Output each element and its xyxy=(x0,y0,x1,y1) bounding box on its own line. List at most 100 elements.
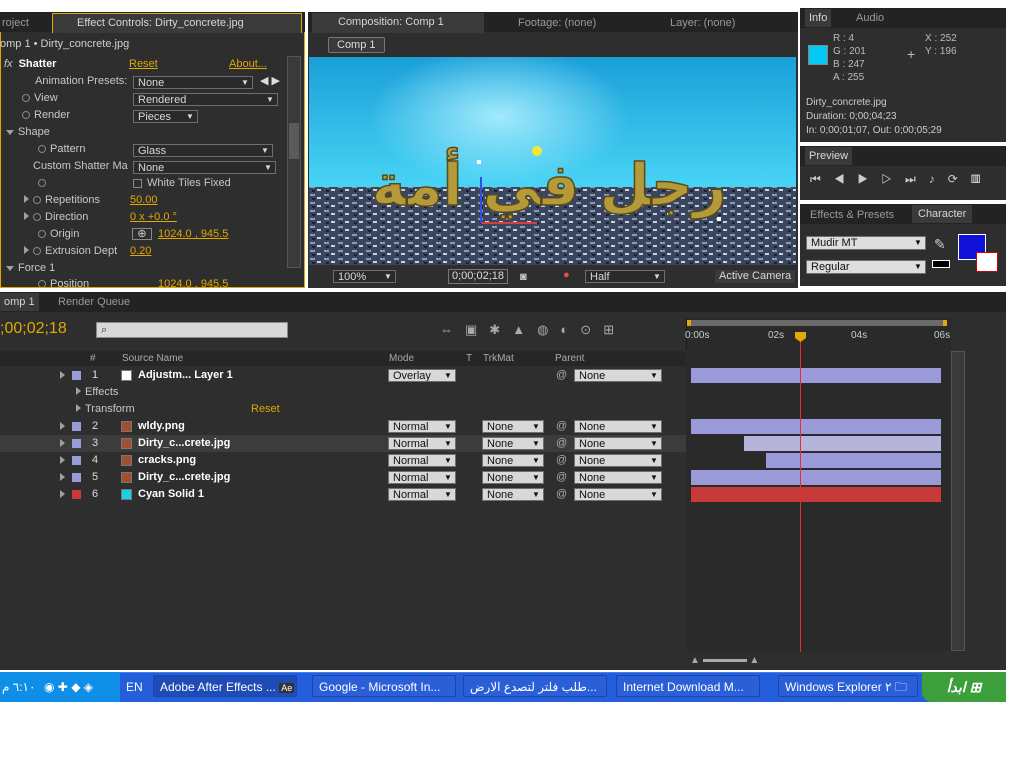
expand-right-icon[interactable] xyxy=(76,404,81,412)
graph-editor-icon[interactable]: ◐ xyxy=(560,322,580,337)
view-dropdown[interactable]: Rendered ▼ xyxy=(133,93,278,106)
prev-frame-icon[interactable]: ◀ xyxy=(834,172,858,186)
tab-character[interactable]: Character xyxy=(912,205,972,223)
stopwatch-icon[interactable] xyxy=(22,111,30,120)
expand-right-icon[interactable] xyxy=(60,422,65,430)
parent-dropdown[interactable]: None ▼ xyxy=(574,454,662,467)
motion-blur-icon[interactable]: ◍ xyxy=(537,322,560,337)
font-dropdown[interactable]: Mudir MT ▼ xyxy=(806,236,926,250)
pickwhip-icon[interactable]: @ xyxy=(556,486,567,503)
layer-row[interactable]: 3 Dirty_c...crete.jpg Normal ▼ None ▼ @ None ▼ xyxy=(0,435,686,452)
position-value[interactable]: 1024.0 , 945.5 xyxy=(158,276,228,287)
zoom-slider[interactable]: ▲ ▲ xyxy=(690,655,946,669)
expand-right-icon[interactable] xyxy=(24,212,29,220)
tab-layer[interactable]: Layer: (none) xyxy=(670,14,735,32)
mode-dropdown[interactable]: Normal ▼ xyxy=(388,454,456,467)
label-color[interactable] xyxy=(72,456,81,465)
parent-dropdown[interactable]: None ▼ xyxy=(574,437,662,450)
eyedropper-icon[interactable]: ✎ xyxy=(934,236,946,253)
layer-row[interactable]: 6 Cyan Solid 1 Normal ▼ None ▼ @ None ▼ xyxy=(0,486,686,503)
transform-reset[interactable]: Reset xyxy=(251,401,280,418)
direction-value[interactable]: 0 x +0.0 ° xyxy=(130,209,177,226)
anim-presets-dropdown[interactable]: None ▼ xyxy=(133,76,253,89)
label-color[interactable] xyxy=(72,422,81,431)
expand-right-icon[interactable] xyxy=(60,371,65,379)
clock[interactable]: ٦:١٠ م xyxy=(2,673,35,701)
draft-3d-icon[interactable]: ▣ xyxy=(465,322,489,337)
layer-row[interactable]: 1 Adjustm... Layer 1 Overlay ▼ @ None ▼ xyxy=(0,367,686,384)
language-indicator[interactable]: EN xyxy=(126,673,143,701)
play-icon[interactable]: ▶ xyxy=(858,172,882,186)
expand-right-icon[interactable] xyxy=(76,387,81,395)
expand-right-icon[interactable] xyxy=(24,246,29,254)
stopwatch-icon[interactable] xyxy=(38,280,46,287)
layer-name[interactable]: cracks.png xyxy=(138,452,196,469)
parent-dropdown[interactable]: None ▼ xyxy=(574,488,662,501)
parent-dropdown[interactable]: None ▼ xyxy=(574,369,662,382)
expand-right-icon[interactable] xyxy=(24,195,29,203)
mode-dropdown[interactable]: Overlay ▼ xyxy=(388,369,456,382)
layer-duration-bar[interactable] xyxy=(766,453,941,468)
layer-name[interactable]: Adjustm... Layer 1 xyxy=(138,367,233,384)
expand-down-icon[interactable] xyxy=(6,129,14,135)
layer-duration-bar[interactable] xyxy=(691,419,941,434)
black-swatch[interactable] xyxy=(932,260,950,268)
pickwhip-icon[interactable]: @ xyxy=(556,418,567,435)
layer-row[interactable]: 4 cracks.png Normal ▼ None ▼ @ None ▼ xyxy=(0,452,686,469)
tab-info[interactable]: Info xyxy=(805,9,832,27)
white-tiles-check[interactable]: White Tiles Fixed xyxy=(133,175,231,192)
pickwhip-icon[interactable]: @ xyxy=(556,452,567,469)
taskbar-after-effects[interactable]: Adobe After Effects ... Ae xyxy=(153,675,297,697)
layer-name[interactable]: Dirty_c...crete.jpg xyxy=(138,435,230,452)
shy-icon[interactable]: ✱ xyxy=(489,322,512,337)
layer-duration-bar[interactable] xyxy=(743,436,941,451)
pickwhip-icon[interactable]: @ xyxy=(556,469,567,486)
effects-group[interactable]: Effects xyxy=(76,384,118,401)
frame-blend-icon[interactable]: ▲ xyxy=(512,322,537,337)
search-comp-icon[interactable]: ⊙ xyxy=(580,322,603,337)
mode-dropdown[interactable]: Normal ▼ xyxy=(388,488,456,501)
loop-icon[interactable]: ⟳ xyxy=(948,172,971,186)
col-source[interactable]: Source Name xyxy=(122,351,183,366)
layer-name[interactable]: Dirty_c...crete.jpg xyxy=(138,469,230,486)
camera-dropdown[interactable]: Active Camera xyxy=(715,270,795,283)
parent-dropdown[interactable]: None ▼ xyxy=(574,420,662,433)
brainstorm-icon[interactable]: ⇔ xyxy=(440,322,465,337)
mode-dropdown[interactable]: Normal ▼ xyxy=(388,420,456,433)
layer-duration-bar[interactable] xyxy=(691,487,941,502)
layer-search-input[interactable]: ⌕ xyxy=(96,322,288,338)
expand-right-icon[interactable] xyxy=(60,456,65,464)
timeline-timecode[interactable]: ;00;02;18 xyxy=(0,320,67,338)
layer-duration-bar[interactable] xyxy=(691,470,941,485)
comp-flowchart-icon[interactable]: ⊞ xyxy=(603,322,626,337)
stopwatch-icon[interactable] xyxy=(22,94,30,103)
tray-icons[interactable]: ◉ ✚ ◆ ◈ xyxy=(44,673,93,701)
taskbar-explorer[interactable]: Windows Explorer ٢ 🗀 xyxy=(778,675,918,697)
camera-icon[interactable]: ◙ xyxy=(520,271,527,283)
transform-group[interactable]: Transform xyxy=(76,401,135,418)
label-color[interactable] xyxy=(72,439,81,448)
trkmat-dropdown[interactable]: None ▼ xyxy=(482,420,544,433)
tab-render-queue[interactable]: Render Queue xyxy=(58,293,130,311)
tab-project[interactable]: roject xyxy=(0,14,45,32)
crosshair-icon[interactable]: ⊕ xyxy=(132,228,152,240)
comp-1-button[interactable]: Comp 1 xyxy=(328,37,385,53)
stopwatch-icon[interactable] xyxy=(38,230,46,239)
preset-nav[interactable]: ◀ ▶ xyxy=(260,73,280,90)
timeline-scrollbar[interactable] xyxy=(951,351,965,651)
force-group[interactable]: Force 1 xyxy=(6,260,55,277)
first-frame-icon[interactable]: ⏮ xyxy=(810,172,834,186)
layer-name[interactable]: wldy.png xyxy=(138,418,185,435)
trkmat-dropdown[interactable]: None ▼ xyxy=(482,454,544,467)
font-style-dropdown[interactable]: Regular ▼ xyxy=(806,260,926,274)
checkbox[interactable] xyxy=(133,178,142,188)
current-time-indicator[interactable] xyxy=(800,334,801,652)
taskbar-idm[interactable]: Internet Download M... xyxy=(616,675,760,697)
tab-composition[interactable]: Composition: Comp 1 xyxy=(312,13,484,33)
viewer-timecode[interactable]: 0;00;02;18 xyxy=(448,269,508,284)
taskbar-word[interactable]: Google - Microsoft In... xyxy=(312,675,456,697)
timeline-ruler[interactable]: 0:00s 02s 04s 06s xyxy=(685,318,951,350)
stroke-color-swatch[interactable] xyxy=(976,252,998,272)
trkmat-dropdown[interactable]: None ▼ xyxy=(482,437,544,450)
pickwhip-icon[interactable]: @ xyxy=(556,367,567,384)
